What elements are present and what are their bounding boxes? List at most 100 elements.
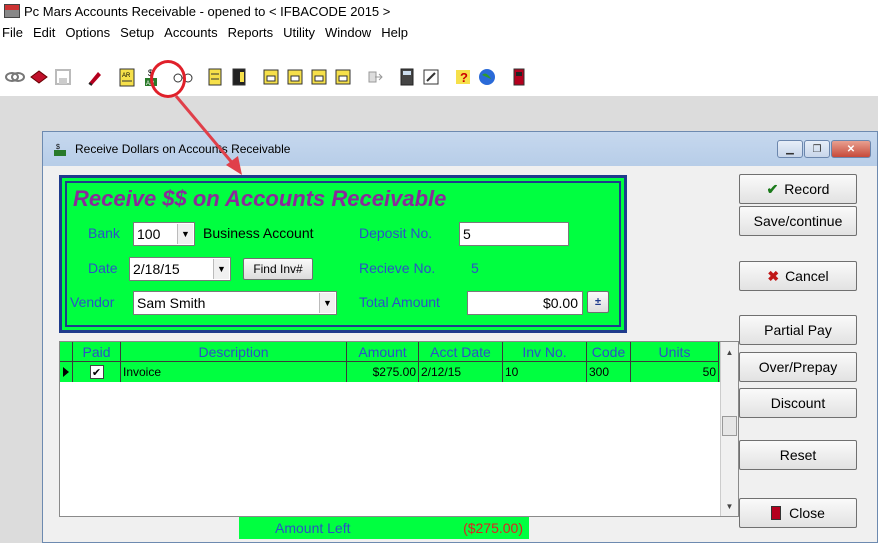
print-1-icon[interactable] xyxy=(260,66,282,88)
checkmark-icon: ✔ xyxy=(766,180,779,197)
units-cell: 50 xyxy=(631,362,719,382)
help-icon[interactable]: ? xyxy=(452,66,474,88)
menu-bar: File Edit Options Setup Accounts Reports… xyxy=(0,22,878,43)
ar-entry-icon[interactable]: AR xyxy=(116,66,138,88)
child-title: Receive Dollars on Accounts Receivable xyxy=(75,142,291,156)
cabinet-2-icon[interactable] xyxy=(228,66,250,88)
save-continue-button[interactable]: Save/continue xyxy=(739,206,857,236)
bank-label: Bank xyxy=(88,225,120,241)
total-amount-label: Total Amount xyxy=(359,294,440,310)
receive-no-value: 5 xyxy=(471,260,479,276)
child-titlebar: $ Receive Dollars on Accounts Receivable… xyxy=(43,132,877,166)
calculator-icon[interactable] xyxy=(396,66,418,88)
cabinet-icon[interactable] xyxy=(204,66,226,88)
vendor-select[interactable]: Sam Smith ▼ xyxy=(133,291,337,315)
svg-text:?: ? xyxy=(460,70,468,85)
book-icon[interactable] xyxy=(28,66,50,88)
vendor-label: Vendor xyxy=(70,294,115,310)
highlight-circle xyxy=(150,60,186,98)
date-select-value: 2/18/15 xyxy=(133,261,180,277)
column-header: Inv No. xyxy=(503,342,587,362)
app-title: Pc Mars Accounts Receivable - opened to … xyxy=(24,3,391,19)
bank-select-value: 100 xyxy=(137,226,161,242)
menu-help[interactable]: Help xyxy=(377,25,412,40)
print-3-icon[interactable] xyxy=(308,66,330,88)
link-icon[interactable] xyxy=(4,66,26,88)
discount-button[interactable]: Discount xyxy=(739,388,857,418)
menu-edit[interactable]: Edit xyxy=(29,25,59,40)
close-button[interactable]: Close xyxy=(739,498,857,528)
menu-reports[interactable]: Reports xyxy=(224,25,278,40)
grid-scrollbar[interactable]: ▲ ▼ xyxy=(720,342,738,516)
grid-header: Paid Description Amount Acct Date Inv No… xyxy=(60,342,720,362)
code-cell: 300 xyxy=(587,362,631,382)
column-header: Paid xyxy=(73,342,121,362)
save-icon[interactable] xyxy=(52,66,74,88)
menu-window[interactable]: Window xyxy=(321,25,375,40)
pen-icon[interactable] xyxy=(84,66,106,88)
cancel-button[interactable]: ✖ Cancel xyxy=(739,261,857,291)
deposit-no-input[interactable]: 5 xyxy=(459,222,569,246)
invoice-grid: Paid Description Amount Acct Date Inv No… xyxy=(59,341,739,517)
scroll-up-icon[interactable]: ▲ xyxy=(721,344,738,360)
amount-cell: $275.00 xyxy=(347,362,419,382)
menu-utility[interactable]: Utility xyxy=(279,25,319,40)
deposit-label: Deposit No. xyxy=(359,225,433,241)
reset-button[interactable]: Reset xyxy=(739,440,857,470)
window-icon: $ xyxy=(53,142,67,156)
restore-icon[interactable]: ❐ xyxy=(804,140,830,158)
inv-no-cell: 10 xyxy=(503,362,587,382)
receive-no-label: Recieve No. xyxy=(359,260,436,276)
bank-name: Business Account xyxy=(203,225,314,241)
amount-left-bar: Amount Left ($275.00) xyxy=(239,517,529,539)
toolbar: AR $ AR ? xyxy=(0,62,878,92)
cross-icon: ✖ xyxy=(767,267,780,284)
menu-options[interactable]: Options xyxy=(61,25,114,40)
chevron-down-icon[interactable]: ▼ xyxy=(177,224,193,244)
calculator-icon[interactable]: ± xyxy=(587,291,609,313)
date-select[interactable]: 2/18/15 ▼ xyxy=(129,257,231,281)
vendor-select-value: Sam Smith xyxy=(137,295,206,311)
paid-checkbox[interactable]: ✔ xyxy=(73,362,121,382)
row-pointer-icon xyxy=(60,362,73,382)
minimize-icon[interactable]: ▁ xyxy=(777,140,803,158)
chevron-down-icon[interactable]: ▼ xyxy=(319,293,335,313)
column-header: Description xyxy=(121,342,347,362)
column-header: Amount xyxy=(347,342,419,362)
amount-left-value: ($275.00) xyxy=(463,520,523,536)
over-prepay-button[interactable]: Over/Prepay xyxy=(739,352,857,382)
globe-icon[interactable] xyxy=(476,66,498,88)
total-amount-input[interactable]: $0.00 xyxy=(467,291,583,315)
chevron-down-icon[interactable]: ▼ xyxy=(213,259,229,279)
scroll-thumb[interactable] xyxy=(722,416,737,436)
receive-dollars-window: $ Receive Dollars on Accounts Receivable… xyxy=(42,131,878,543)
column-header: Acct Date xyxy=(419,342,503,362)
menu-setup[interactable]: Setup xyxy=(116,25,158,40)
bank-select[interactable]: 100 ▼ xyxy=(133,222,195,246)
print-4-icon[interactable] xyxy=(332,66,354,88)
exit-icon[interactable] xyxy=(508,66,530,88)
column-header: Units xyxy=(631,342,719,362)
close-icon[interactable]: ✕ xyxy=(831,140,871,158)
notepad-icon[interactable] xyxy=(420,66,442,88)
export-icon[interactable] xyxy=(364,66,386,88)
description-cell: Invoice xyxy=(121,362,347,382)
svg-text:AR: AR xyxy=(122,73,131,79)
find-invoice-button[interactable]: Find Inv# xyxy=(243,258,313,280)
menu-file[interactable]: File xyxy=(0,25,27,40)
app-icon xyxy=(4,4,20,18)
receive-header-panel: Receive $$ on Accounts Receivable Bank 1… xyxy=(59,175,627,333)
print-2-icon[interactable] xyxy=(284,66,306,88)
table-row[interactable]: ✔ Invoice $275.00 2/12/15 10 300 50 xyxy=(60,362,720,382)
scroll-down-icon[interactable]: ▼ xyxy=(721,498,738,514)
svg-text:$: $ xyxy=(56,144,60,151)
date-label: Date xyxy=(88,260,118,276)
amount-left-label: Amount Left xyxy=(275,520,351,536)
column-header: Code xyxy=(587,342,631,362)
acct-date-cell: 2/12/15 xyxy=(419,362,503,382)
exit-icon xyxy=(771,506,782,520)
partial-pay-button[interactable]: Partial Pay xyxy=(739,315,857,345)
record-button[interactable]: ✔ Record xyxy=(739,174,857,204)
row-selector-header xyxy=(60,342,73,362)
menu-accounts[interactable]: Accounts xyxy=(160,25,221,40)
